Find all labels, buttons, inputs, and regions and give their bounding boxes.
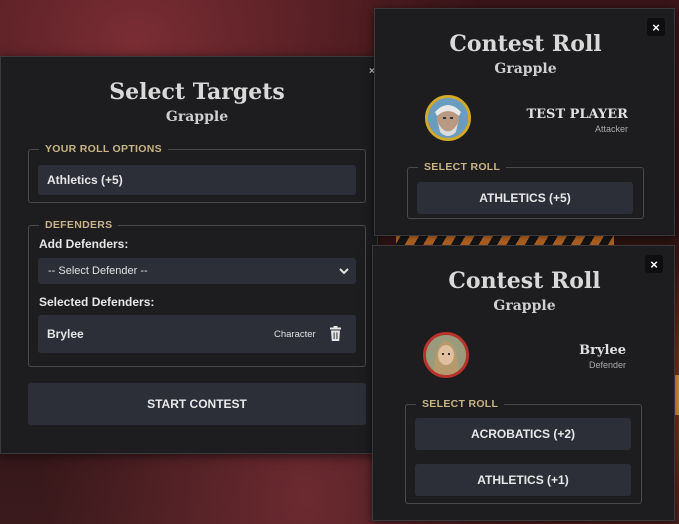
roll-options-legend: YOUR ROLL OPTIONS (45, 143, 162, 155)
defenders-legend: DEFENDERS (45, 219, 113, 231)
contest-roll-attacker-panel: × Contest Roll Grapple TEST PLAYER Attac… (374, 8, 675, 236)
defender-select-value: -- Select Defender -- (48, 265, 148, 277)
attacker-role: Attacker (594, 124, 628, 134)
selected-defenders-label: Selected Defenders: (39, 295, 155, 309)
attacker-name: TEST PLAYER (526, 107, 628, 122)
select-targets-subtitle: Grapple (165, 109, 229, 125)
contest-roll-subtitle: Grapple (493, 298, 556, 314)
select-targets-title: Select Targets (109, 79, 285, 105)
selected-defender-type: Character (274, 329, 316, 340)
add-defenders-label: Add Defenders: (39, 237, 129, 251)
select-roll-group: SELECT ROLL ACROBATICS (+2) ATHLETICS (+… (405, 398, 642, 504)
select-roll-legend: SELECT ROLL (422, 398, 499, 410)
selected-defender-name: Brylee (47, 327, 84, 341)
avatar (425, 95, 471, 141)
contest-roll-title: Contest Roll (448, 268, 601, 294)
roll-button-athletics[interactable]: ATHLETICS (+1) (415, 464, 631, 496)
trash-icon[interactable] (329, 326, 342, 346)
chevron-down-icon (338, 265, 350, 280)
roll-options-group: YOUR ROLL OPTIONS Athletics (+5) (28, 143, 366, 203)
select-targets-panel: Select Targets Grapple YOUR ROLL OPTIONS… (0, 56, 378, 454)
select-roll-group: SELECT ROLL ATHLETICS (+5) (407, 161, 644, 219)
roll-button-athletics[interactable]: ATHLETICS (+5) (417, 182, 633, 214)
contest-roll-title: Contest Roll (449, 31, 602, 57)
select-roll-legend: SELECT ROLL (424, 161, 501, 173)
roll-button-acrobatics[interactable]: ACROBATICS (+2) (415, 418, 631, 450)
defender-select[interactable]: -- Select Defender -- (38, 258, 356, 284)
contest-roll-subtitle: Grapple (494, 61, 557, 77)
contest-roll-defender-panel: × Contest Roll Grapple Brylee Defender S… (372, 245, 675, 521)
roll-option-athletics[interactable]: Athletics (+5) (38, 165, 356, 195)
start-contest-button[interactable]: START CONTEST (28, 383, 366, 425)
defenders-group: DEFENDERS Add Defenders: -- Select Defen… (28, 219, 366, 367)
selected-defender-row: Brylee Character (38, 315, 356, 353)
avatar (423, 332, 469, 378)
roll-option-label: Athletics (+5) (47, 173, 123, 187)
defender-role: Defender (588, 360, 626, 370)
defender-name: Brylee (579, 343, 626, 358)
